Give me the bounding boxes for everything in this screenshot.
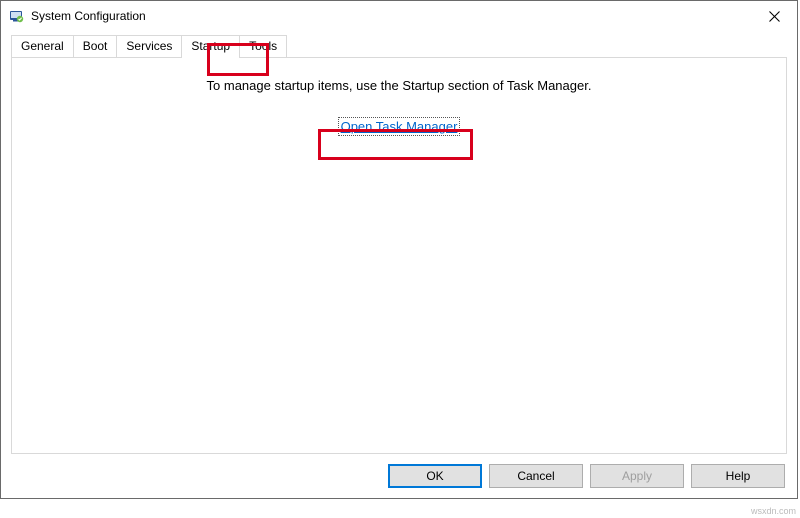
app-icon <box>9 8 25 24</box>
window-title: System Configuration <box>31 9 146 23</box>
startup-message: To manage startup items, use the Startup… <box>12 58 786 93</box>
tab-strip: General Boot Services Startup Tools <box>11 35 787 57</box>
cancel-button[interactable]: Cancel <box>489 464 583 488</box>
tab-startup[interactable]: Startup <box>181 35 240 58</box>
close-icon <box>769 11 780 22</box>
dialog-button-row: OK Cancel Apply Help <box>388 464 785 488</box>
watermark: wsxdn.com <box>751 506 796 516</box>
link-row: Open Task Manager <box>12 117 786 136</box>
tab-general[interactable]: General <box>11 35 74 57</box>
tab-container: General Boot Services Startup Tools To m… <box>11 35 787 454</box>
tab-services[interactable]: Services <box>116 35 182 57</box>
tab-panel-startup: To manage startup items, use the Startup… <box>11 57 787 454</box>
system-configuration-window: System Configuration General Boot Servic… <box>0 0 798 499</box>
apply-button: Apply <box>590 464 684 488</box>
open-task-manager-link[interactable]: Open Task Manager <box>338 117 461 136</box>
ok-button[interactable]: OK <box>388 464 482 488</box>
titlebar: System Configuration <box>1 1 797 31</box>
tab-boot[interactable]: Boot <box>73 35 118 57</box>
tab-tools[interactable]: Tools <box>239 35 287 57</box>
close-button[interactable] <box>752 1 797 31</box>
help-button[interactable]: Help <box>691 464 785 488</box>
